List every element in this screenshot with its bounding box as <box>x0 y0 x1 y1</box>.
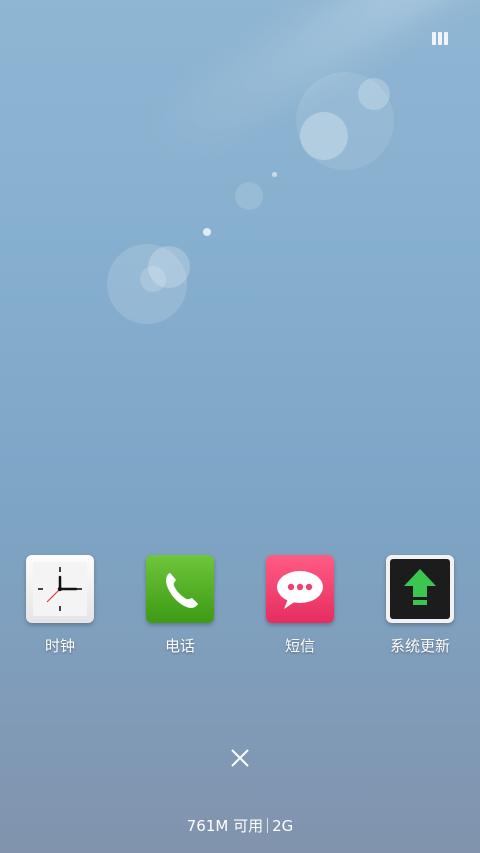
app-label: 时钟 <box>44 637 75 655</box>
sms-icon <box>266 555 334 623</box>
lens-flare <box>358 78 390 110</box>
memory-total: 2G <box>272 817 294 835</box>
close-icon[interactable] <box>228 746 252 770</box>
app-label: 短信 <box>284 637 315 655</box>
memory-status: 761M 可用 2G <box>0 815 480 836</box>
lens-flare <box>272 172 277 177</box>
app-clock[interactable]: 时钟 <box>10 555 110 656</box>
recent-apps-row: 时钟 电话 短信 系统更新 <box>0 555 480 665</box>
app-phone[interactable]: 电话 <box>130 555 230 656</box>
lens-flare <box>203 228 211 236</box>
lens-flare <box>235 182 263 210</box>
phone-icon <box>146 555 214 623</box>
app-system-update[interactable]: 系统更新 <box>370 555 470 656</box>
recent-apps-icon[interactable] <box>432 32 450 45</box>
lens-flare <box>140 266 166 292</box>
app-label: 电话 <box>164 637 195 655</box>
clock-icon <box>26 555 94 623</box>
app-label: 系统更新 <box>389 637 450 655</box>
divider <box>267 818 269 833</box>
wallpaper <box>0 0 480 853</box>
lens-flare <box>300 112 348 160</box>
system-update-icon <box>386 555 454 623</box>
app-sms[interactable]: 短信 <box>250 555 350 656</box>
memory-available: 761M 可用 <box>186 817 264 835</box>
